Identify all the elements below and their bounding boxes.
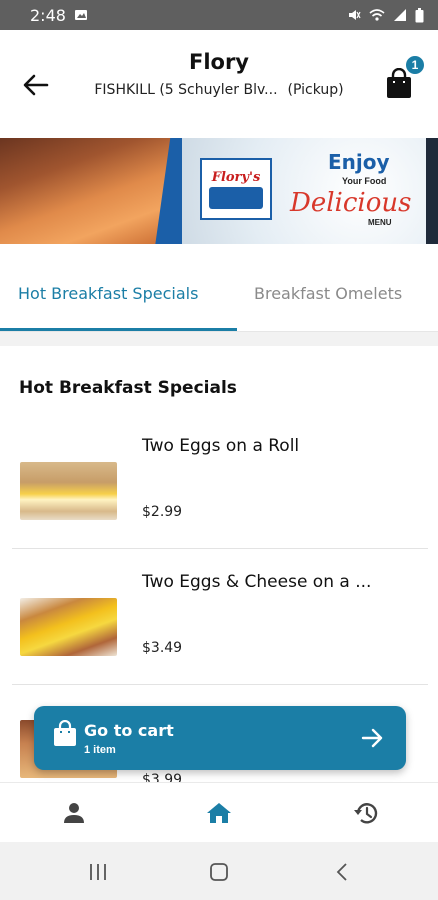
store-logo: Flory's [200,158,272,220]
active-tab-indicator [0,328,237,331]
home-system-button[interactable] [207,860,231,884]
nav-history[interactable] [352,799,380,827]
section-divider [0,332,438,346]
menu-item-image [20,598,117,656]
recent-apps-icon [90,864,106,880]
menu-item-price: $3.49 [142,640,183,656]
back-system-button[interactable] [330,860,354,884]
store-location: FISHKILL (5 Schuyler Blv... [94,82,278,98]
menu-item-price: $2.99 [142,504,183,520]
app-header: Flory FISHKILL (5 Schuyler Blv... (Picku… [0,30,438,138]
banner-enjoy-text: Enjoy [328,150,390,174]
shopping-bag-icon [54,720,76,746]
arrow-left-icon [23,74,49,96]
system-nav-bar [0,842,438,900]
status-time: 2:48 [30,5,66,25]
recent-apps-button[interactable] [86,860,110,884]
item-divider [12,548,428,549]
image-notification-icon [74,10,87,20]
banner-menu-text: MENU [368,218,392,227]
menu-item[interactable]: Two Eggs & Cheese on a ... $3.49 [0,554,438,688]
battery-icon [415,7,424,22]
wifi-icon [369,9,385,21]
go-to-cart-button[interactable]: Go to cart 1 item [34,706,406,770]
arrow-right-icon [361,728,383,748]
banner-your-food-text: Your Food [342,176,387,186]
tab-breakfast-omelets[interactable]: Breakfast Omelets [254,284,402,303]
category-tabs: Hot Breakfast Specials Breakfast Omelets [0,244,438,332]
logo-emblem [209,186,263,209]
status-icons [347,7,424,23]
menu-item-name: Two Eggs & Cheese on a ... [142,572,372,592]
menu-item-image [20,462,117,520]
section-title: Hot Breakfast Specials [19,378,237,398]
go-to-cart-label: Go to cart [84,721,174,740]
store-title: Flory [188,50,250,74]
menu-item[interactable]: Two Eggs on a Roll $2.99 [0,418,438,552]
store-subtitle: FISHKILL (5 Schuyler Blv... (Pickup) [70,82,368,98]
home-icon [207,803,231,823]
menu-item-name: Two Eggs on a Roll [142,436,300,456]
logo-text: Flory's [211,169,261,185]
signal-icon [394,9,406,21]
banner-ad: Flory's Enjoy Your Food Delicious MENU [182,138,438,244]
store-banner: Flory's Enjoy Your Food Delicious MENU [0,138,438,244]
status-bar: 2:48 [0,0,438,30]
cart-count-badge: 1 [404,54,426,76]
nav-home[interactable] [205,799,233,827]
order-mode: (Pickup) [287,82,344,98]
status-time-group: 2:48 [30,6,88,25]
back-button[interactable] [20,70,52,100]
banner-delicious-text: Delicious [290,188,412,218]
chevron-left-icon [336,863,347,881]
cart-button[interactable]: 1 [380,54,426,102]
banner-edge [426,138,438,244]
tab-hot-breakfast-specials[interactable]: Hot Breakfast Specials [18,284,198,303]
mute-icon [349,10,361,20]
go-to-cart-count: 1 item [84,744,116,756]
store-title-block[interactable]: Flory FISHKILL (5 Schuyler Blv... (Picku… [70,50,368,98]
item-divider [12,684,428,685]
home-square-icon [210,863,228,881]
profile-icon [64,803,84,823]
history-icon [354,803,378,824]
banner-food-image [0,138,182,244]
nav-profile[interactable] [60,799,88,827]
bottom-nav [0,782,438,842]
